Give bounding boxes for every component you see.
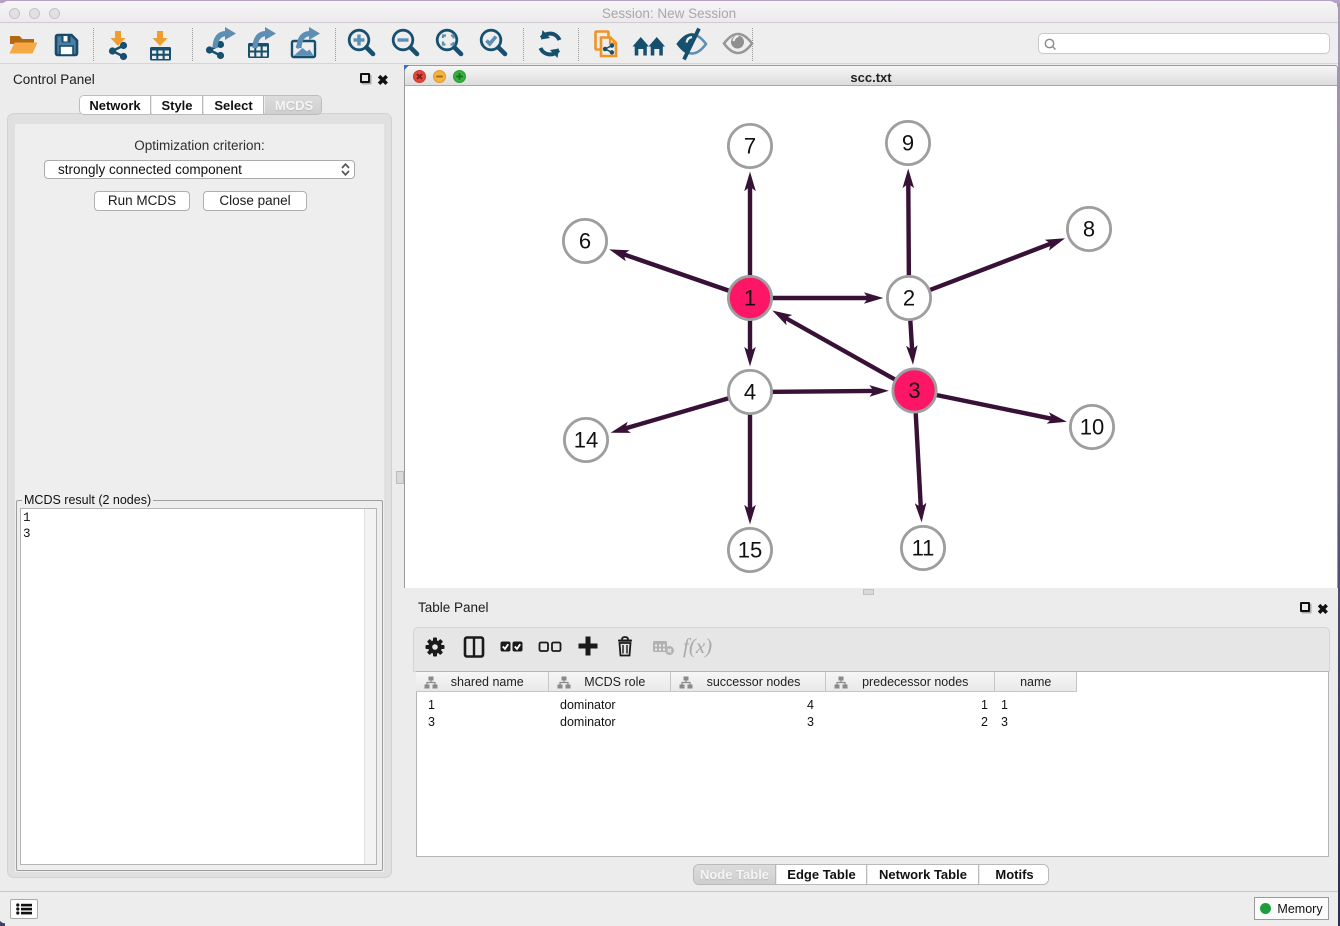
- svg-text:4: 4: [744, 380, 756, 405]
- svg-text:15: 15: [738, 538, 762, 563]
- svg-text:11: 11: [912, 536, 935, 561]
- svg-text:14: 14: [574, 428, 598, 453]
- svg-text:2: 2: [903, 286, 915, 311]
- svg-text:3: 3: [908, 378, 920, 403]
- svg-text:9: 9: [902, 131, 914, 156]
- svg-text:1: 1: [744, 286, 756, 311]
- svg-text:6: 6: [579, 229, 591, 254]
- svg-text:7: 7: [744, 134, 756, 159]
- svg-text:10: 10: [1080, 415, 1104, 440]
- svg-text:8: 8: [1083, 217, 1095, 242]
